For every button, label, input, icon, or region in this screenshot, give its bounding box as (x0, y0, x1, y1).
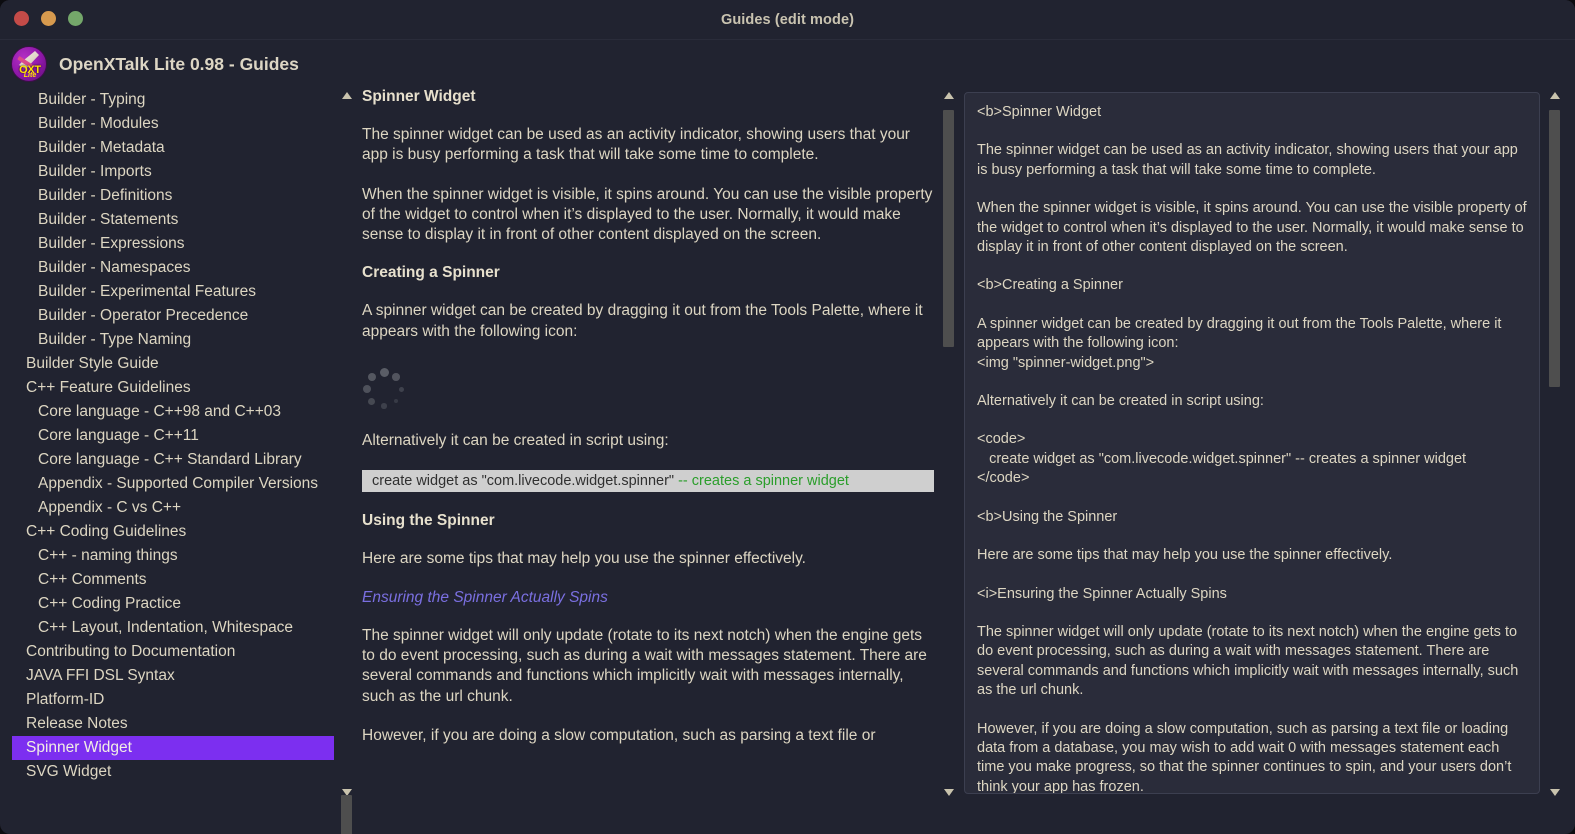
sidebar-item[interactable]: C++ Feature Guidelines (12, 376, 334, 400)
editor-line: </code> (977, 470, 1030, 487)
scroll-up-arrow-icon[interactable] (944, 92, 954, 99)
editor-line: Here are some tips that may help you use… (977, 547, 1393, 564)
scrollbar-thumb[interactable] (341, 795, 352, 834)
editor-line: The spinner widget can be used as an act… (977, 142, 1522, 178)
sidebar-item[interactable]: Builder - Metadata (12, 136, 334, 160)
preview-heading-3: Using the Spinner (362, 512, 495, 530)
editor-line: Alternatively it can be created in scrip… (977, 393, 1264, 410)
spinner-widget-icon (362, 361, 934, 423)
editor-blank-line (977, 373, 1527, 392)
scroll-down-arrow-icon[interactable] (1550, 789, 1560, 796)
editor-line: <i>Ensuring the Spinner Actually Spins (977, 585, 1227, 602)
preview-subheading-1: Ensuring the Spinner Actually Spins (362, 588, 608, 606)
spinner-dot (367, 372, 377, 382)
sidebar-item[interactable]: Builder - Operator Precedence (12, 304, 334, 328)
openxtalk-logo-icon: OXT Lite (11, 46, 47, 82)
preview-heading-1: Spinner Widget (362, 88, 476, 105)
sidebar-item[interactable]: C++ Coding Guidelines (12, 520, 334, 544)
editor-blank-line (977, 566, 1527, 585)
sidebar-item[interactable]: Builder - Statements (12, 208, 334, 232)
preview-paragraph-2: When the spinner widget is visible, it s… (362, 185, 933, 244)
markup-source-editor[interactable]: <b>Spinner Widget The spinner widget can … (964, 92, 1540, 794)
spinner-dot (392, 373, 400, 381)
app-title: OpenXTalk Lite 0.98 - Guides (59, 53, 299, 74)
guide-preview-pane: Spinner Widget The spinner widget can be… (362, 88, 934, 800)
app-window: Guides (edit mode) OXT Lite OpenXTalk Li… (0, 0, 1575, 834)
sidebar-item[interactable]: Builder - Imports (12, 160, 334, 184)
sidebar-scrollbar[interactable] (338, 90, 354, 834)
editor-blank-line (977, 180, 1527, 199)
sidebar-item[interactable]: Core language - C++98 and C++03 (12, 400, 334, 424)
preview-heading-2: Creating a Spinner (362, 264, 500, 282)
editor-blank-line (977, 122, 1527, 141)
sidebar-item[interactable]: Platform-ID (12, 688, 334, 712)
editor-line: <b>Creating a Spinner (977, 277, 1123, 294)
code-comment: -- creates a spinner widget (678, 473, 849, 490)
editor-blank-line (977, 296, 1527, 315)
scrollbar-thumb[interactable] (943, 110, 954, 347)
spinner-dot (363, 385, 371, 394)
preview-code-block: create widget as "com.livecode.widget.sp… (362, 470, 934, 493)
editor-line: <b>Using the Spinner (977, 508, 1118, 525)
preview-paragraph-4: Alternatively it can be created in scrip… (362, 432, 669, 450)
preview-paragraph-5: Here are some tips that may help you use… (362, 550, 806, 568)
sidebar-item[interactable]: Release Notes (12, 712, 334, 736)
sidebar-item[interactable]: Appendix - C vs C++ (12, 496, 334, 520)
editor-line: <b>Spinner Widget (977, 104, 1102, 120)
preview-scrollbar[interactable] (940, 90, 956, 798)
sidebar-item[interactable]: Core language - C++11 (12, 424, 334, 448)
preview-paragraph-7: However, if you are doing a slow computa… (362, 726, 876, 744)
preview-paragraph-1: The spinner widget can be used as an act… (362, 126, 910, 164)
editor-blank-line (977, 411, 1527, 430)
sidebar-item[interactable]: C++ - naming things (12, 544, 334, 568)
sidebar-item[interactable]: Builder - Definitions (12, 184, 334, 208)
editor-blank-line (977, 604, 1527, 623)
sidebar-item[interactable]: Core language - C++ Standard Library (12, 448, 334, 472)
sidebar-item[interactable]: Builder Style Guide (12, 352, 334, 376)
sidebar-item[interactable]: C++ Comments (12, 568, 334, 592)
sidebar-item[interactable]: Builder - Expressions (12, 232, 334, 256)
guides-sidebar-list[interactable]: Builder - Typing Builder - Modules Builder… (12, 88, 334, 800)
sidebar-item[interactable]: C++ Coding Practice (12, 592, 334, 616)
app-header: OXT Lite OpenXTalk Lite 0.98 - Guides (0, 40, 1575, 88)
editor-line: However, if you are doing a slow computa… (977, 720, 1516, 794)
spinner-dot (368, 397, 376, 405)
title-bar: Guides (edit mode) (0, 0, 1575, 40)
preview-paragraph-6: The spinner widget will only update (rot… (362, 626, 927, 705)
sidebar-item[interactable]: JAVA FFI DSL Syntax (12, 664, 334, 688)
sidebar-item[interactable]: SVG Widget (12, 760, 334, 784)
spinner-dot (394, 399, 399, 404)
sidebar-item[interactable]: Appendix - Supported Compiler Versions (12, 472, 334, 496)
editor-scrollbar[interactable] (1546, 90, 1562, 798)
editor-line: <code> (977, 431, 1026, 448)
editor-blank-line (977, 701, 1527, 720)
code-statement: create widget as "com.livecode.widget.sp… (372, 473, 679, 490)
editor-line: A spinner widget can be created by dragg… (977, 315, 1506, 352)
sidebar-item[interactable]: Contributing to Documentation (12, 640, 334, 664)
scrollbar-thumb[interactable] (1549, 110, 1560, 387)
sidebar-item[interactable]: Builder - Experimental Features (12, 280, 334, 304)
sidebar-item[interactable]: Builder - Typing (12, 88, 334, 112)
editor-line: When the spinner widget is visible, it s… (977, 200, 1531, 256)
editor-blank-line (977, 527, 1527, 546)
spinner-dot (398, 386, 404, 392)
sidebar-item[interactable]: Builder - Modules (12, 112, 334, 136)
scroll-up-arrow-icon[interactable] (342, 92, 352, 99)
logo-secondary-text: Lite (23, 72, 37, 79)
window-title: Guides (edit mode) (720, 12, 855, 28)
spinner-dot (381, 403, 387, 409)
editor-line: create widget as "com.livecode.widget.sp… (977, 450, 1467, 467)
sidebar-item[interactable]: Spinner Widget (12, 736, 334, 760)
sidebar-item[interactable]: C++ Layout, Indentation, Whitespace (12, 616, 334, 640)
editor-line: The spinner widget will only update (rot… (977, 623, 1523, 699)
editor-blank-line (977, 489, 1527, 508)
sidebar-item[interactable]: Builder - Namespaces (12, 256, 334, 280)
editor-blank-line (977, 257, 1527, 276)
editor-line: <img "spinner-widget.png"> (977, 354, 1155, 371)
sidebar-item[interactable]: Builder - Type Naming (12, 328, 334, 352)
preview-paragraph-3: A spinner widget can be created by dragg… (362, 302, 923, 340)
scroll-up-arrow-icon[interactable] (1550, 92, 1560, 99)
scroll-down-arrow-icon[interactable] (944, 789, 954, 796)
spinner-dot (379, 367, 389, 377)
